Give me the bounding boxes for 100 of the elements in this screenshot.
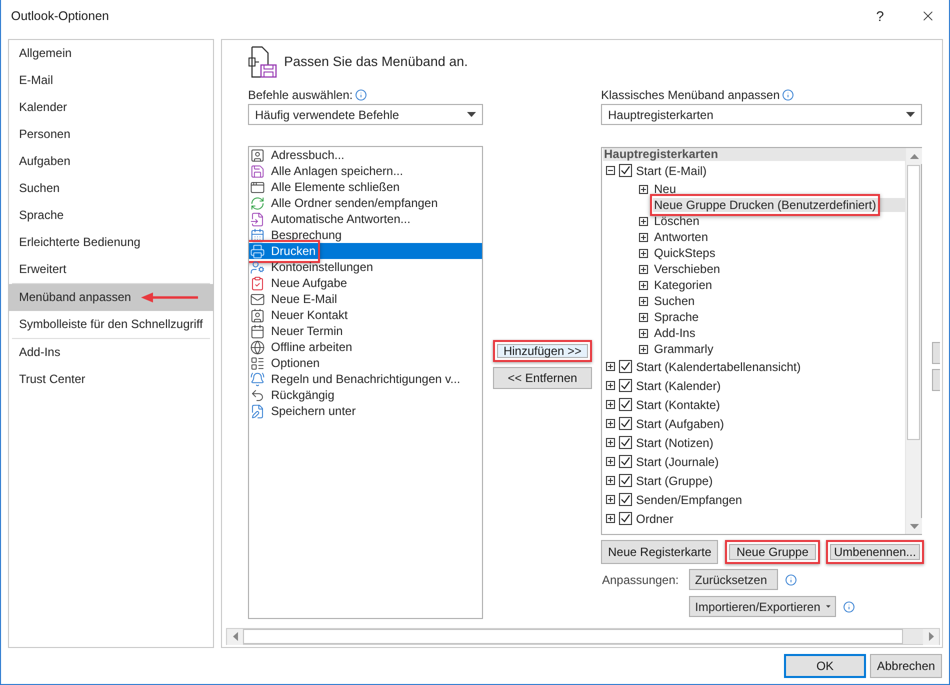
sidebar-item[interactable]: Menüband anpassen	[9, 284, 213, 311]
commands-dropdown[interactable]: Häufig verwendete Befehle	[248, 104, 483, 125]
tree-item[interactable]: Add-Ins	[653, 326, 905, 340]
expand-toggle[interactable]	[606, 438, 615, 447]
sidebar-item[interactable]: Add-Ins	[9, 339, 213, 366]
expand-toggle[interactable]	[639, 184, 648, 194]
command-item[interactable]: Alle Anlagen speichern...	[249, 163, 482, 179]
sidebar-item[interactable]: Sprache	[9, 202, 213, 229]
tree-item[interactable]: Kategorien	[653, 278, 905, 292]
command-item[interactable]: Neuer Kontakt	[249, 307, 482, 323]
expand-toggle[interactable]	[606, 381, 615, 390]
expand-toggle[interactable]	[606, 514, 615, 523]
tree-item[interactable]: Start (Kalender)	[636, 378, 721, 392]
import-export-dropdown[interactable]: Importieren/Exportieren	[689, 596, 836, 617]
checkbox[interactable]	[619, 436, 632, 449]
sidebar-item[interactable]: Allgemein	[9, 40, 213, 67]
refresh-icon	[250, 196, 265, 210]
sidebar-item[interactable]: Symbolleiste für den Schnellzugriff	[9, 311, 213, 338]
tree-item[interactable]: Ordner	[636, 512, 674, 526]
ribbon-dropdown[interactable]: Hauptregisterkarten	[601, 104, 922, 125]
expand-toggle[interactable]	[639, 216, 648, 226]
scroll-right-button[interactable]	[923, 628, 939, 644]
expand-toggle[interactable]	[639, 328, 648, 338]
ribbon-button[interactable]: Neue Gruppe	[725, 540, 820, 564]
sidebar-item[interactable]: Kalender	[9, 94, 213, 121]
reset-dropdown[interactable]: Zurücksetzen	[689, 569, 778, 590]
tree-item[interactable]: Start (Kalendertabellenansicht)	[636, 360, 801, 374]
expand-toggle[interactable]	[606, 362, 615, 371]
sidebar-item[interactable]: Personen	[9, 121, 213, 148]
tree-item[interactable]: Start (Gruppe)	[636, 474, 713, 488]
scrollbar-thumb[interactable]	[907, 165, 920, 440]
expand-toggle[interactable]	[606, 166, 615, 175]
checkbox[interactable]	[619, 164, 632, 177]
tree-item[interactable]: Sprache	[653, 310, 905, 324]
command-item[interactable]: Adressbuch...	[249, 147, 482, 163]
tree-item[interactable]: Suchen	[653, 294, 905, 308]
expand-toggle[interactable]	[639, 264, 648, 274]
checkbox[interactable]	[619, 455, 632, 468]
checkbox[interactable]	[619, 417, 632, 430]
help-button[interactable]: ?	[865, 7, 895, 25]
tree-item[interactable]: Antworten	[653, 230, 905, 244]
scrollbar-thumb[interactable]	[243, 629, 903, 644]
save-icon	[250, 164, 265, 178]
checkbox[interactable]	[619, 398, 632, 411]
expand-toggle[interactable]	[606, 457, 615, 466]
file-arrow-icon	[250, 212, 265, 226]
dialog-button[interactable]: Abbrechen	[870, 654, 942, 678]
tree-item[interactable]: QuickSteps	[653, 246, 905, 260]
expand-toggle[interactable]	[639, 248, 648, 258]
tree-item[interactable]: Start (Kontakte)	[636, 398, 720, 412]
expand-toggle[interactable]	[606, 495, 615, 504]
command-item[interactable]: Neuer Termin	[249, 323, 482, 339]
tree-item[interactable]: Löschen	[653, 214, 905, 228]
expand-toggle[interactable]	[639, 232, 648, 242]
command-item[interactable]: Kontoeinstellungen	[249, 259, 482, 275]
command-item[interactable]: Regeln und Benachrichtigungen v...	[249, 371, 482, 387]
sidebar-item[interactable]: Erweitert	[9, 256, 213, 283]
expand-toggle[interactable]	[639, 296, 648, 306]
expand-toggle[interactable]	[639, 312, 648, 322]
command-item[interactable]: Besprechung	[249, 227, 482, 243]
checkbox[interactable]	[619, 493, 632, 506]
checkbox[interactable]	[619, 474, 632, 487]
tree-item[interactable]: Start (Journale)	[636, 454, 719, 468]
command-item[interactable]: Optionen	[249, 355, 482, 371]
scroll-left-button[interactable]	[227, 628, 243, 644]
command-item[interactable]: Alle Elemente schließen	[249, 179, 482, 195]
tree-item[interactable]: Start (Aufgaben)	[636, 416, 724, 430]
sidebar-item[interactable]: E-Mail	[9, 67, 213, 94]
checkbox[interactable]	[619, 360, 632, 373]
expand-toggle[interactable]	[639, 344, 648, 354]
expand-toggle[interactable]	[606, 476, 615, 485]
command-item[interactable]: Speichern unter	[249, 403, 482, 419]
expand-toggle[interactable]	[606, 400, 615, 409]
ribbon-button[interactable]: Neue Registerkarte	[601, 540, 718, 564]
command-item[interactable]: Rückgängig	[249, 387, 482, 403]
tree-item[interactable]: Start (Notizen)	[636, 436, 714, 450]
checkbox[interactable]	[619, 512, 632, 525]
dialog-button[interactable]: OK	[784, 654, 866, 678]
command-item[interactable]: Neue Aufgabe	[249, 275, 482, 291]
tree-item[interactable]: Grammarly	[653, 342, 905, 356]
tree-item[interactable]: Senden/Empfangen	[636, 492, 742, 506]
tree-item[interactable]: Start (E-Mail)	[636, 164, 707, 178]
sidebar-item[interactable]: Trust Center	[9, 366, 213, 393]
command-item[interactable]: Automatische Antworten...	[249, 211, 482, 227]
sidebar-item[interactable]: Aufgaben	[9, 148, 213, 175]
tree-item[interactable]: Neu	[653, 182, 905, 196]
clipboard-check-icon	[250, 276, 265, 290]
checkbox[interactable]	[619, 379, 632, 392]
command-item[interactable]: Alle Ordner senden/empfangen	[249, 195, 482, 211]
sidebar-item[interactable]: Suchen	[9, 175, 213, 202]
transfer-button[interactable]: Hinzufügen >>	[493, 340, 592, 362]
transfer-button[interactable]: << Entfernen	[493, 367, 592, 389]
expand-toggle[interactable]	[639, 280, 648, 290]
command-item[interactable]: Neue E-Mail	[249, 291, 482, 307]
ribbon-button[interactable]: Umbenennen...	[826, 540, 924, 564]
arrow-down-icon	[910, 524, 918, 528]
tree-item[interactable]: Verschieben	[653, 262, 905, 276]
command-item[interactable]: Offline arbeiten	[249, 339, 482, 355]
expand-toggle[interactable]	[606, 419, 615, 428]
sidebar-item[interactable]: Erleichterte Bedienung	[9, 229, 213, 256]
